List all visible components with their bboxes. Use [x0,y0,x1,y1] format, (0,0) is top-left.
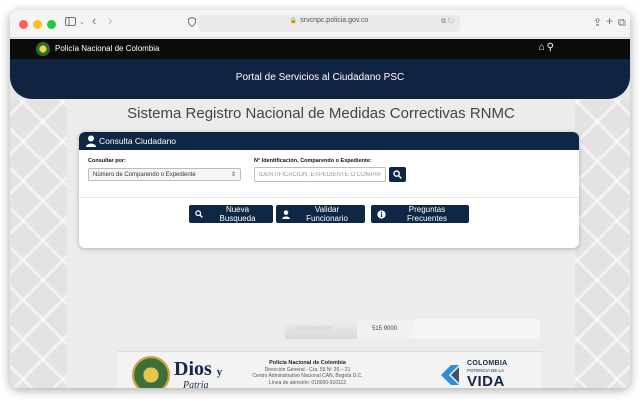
nueva-busqueda-label: Nueva Busqueda [219,205,256,223]
footer-address-1: Dirección General - Cra. 59 Nº 26 – 21 [264,366,351,373]
consulta-card: Consulta Ciudadano Consultar por: Número… [79,132,579,248]
browser-window: ⌄ ‹ › 🔒 srvcnpc.policia.gov.co ⧉ ↻ ⇪ + ⧉ … [10,10,630,388]
motto-patria: Patria [183,380,209,388]
motto-dios: Dios y [174,358,223,380]
search-icon [195,210,203,218]
zoom-window-button[interactable] [47,20,56,29]
updown-arrow-icon: ⇕ [230,172,236,178]
site-navbar: Policía Nacional de Colombia ⌂⚲ [10,39,630,59]
browser-toolbar: ⌄ ‹ › 🔒 srvcnpc.policia.gov.co ⧉ ↻ ⇪ + ⧉ [10,10,630,38]
footer-org: Policía Nacional de Colombia [269,360,346,366]
consultar-value: Número de Comparendo o Expediente [93,172,196,178]
minimize-window-button[interactable] [33,20,42,29]
colombia-potencia-logo-icon[interactable] [439,363,461,387]
validar-funcionario-label: Validar Funcionario [306,205,348,223]
url-text: srvcnpc.policia.gov.co [300,17,369,24]
consultar-label: Consultar por: [88,158,126,164]
lock-icon: 🔒 [289,18,298,24]
search-button[interactable] [389,167,406,182]
search-icon [393,170,402,179]
consultar-select[interactable]: Número de Comparendo o Expediente ⇕ [88,168,241,181]
footer-tab-empty [413,319,540,339]
close-window-button[interactable] [19,20,28,29]
card-title: Consulta Ciudadano [99,136,177,146]
forward-icon[interactable]: › [108,13,112,29]
share-icon[interactable]: ⇪ [593,15,602,31]
footer-info: Policía Nacional de Colombia Dirección G… [235,360,380,386]
page-title: Sistema Registro Nacional de Medidas Cor… [127,105,515,122]
tabs-icon[interactable]: ⧉ [618,15,626,31]
card-divider [79,197,579,198]
info-icon [377,209,386,219]
phone-number: 515 9000 [372,326,398,332]
preguntas-frecuentes-label: Preguntas Frecuentes [406,205,448,223]
search-icon[interactable]: ⚲ [547,42,556,53]
home-icon[interactable]: ⌂ [539,42,547,53]
nav-title[interactable]: Policía Nacional de Colombia [55,44,160,53]
translate-icon[interactable]: ⧉ ↻ [441,18,454,26]
sidebar-icon[interactable] [65,15,76,31]
id-input[interactable] [254,167,386,182]
shield-icon[interactable] [188,16,196,32]
nueva-busqueda-button[interactable]: Nueva Busqueda [189,205,273,223]
colombia-potencia-text[interactable]: COLOMBIA POTENCIA DE LA VIDA [467,360,508,388]
user-icon [86,135,96,147]
id-label: N° Identificación, Comparendo o Expedien… [254,158,372,164]
police-seal-icon [132,356,170,388]
validar-funcionario-button[interactable]: Validar Funcionario [276,205,365,223]
footer-tabs: Información 515 9000 [233,319,540,353]
card-header: Consulta Ciudadano [79,132,579,150]
preguntas-frecuentes-button[interactable]: Preguntas Frecuentes [371,205,469,223]
plus-icon[interactable]: + [606,13,613,29]
back-icon[interactable]: ‹ [92,13,96,29]
portal-title: Portal de Servicios al Ciudadano PSC [235,72,405,83]
page-footer: Dios y Patria Policía Nacional de Colomb… [117,351,542,388]
footer-tab-phone[interactable]: 515 9000 [357,319,413,339]
user-icon [282,209,290,219]
footer-tab-info[interactable]: Información [285,319,357,339]
portal-banner: Portal de Servicios al Ciudadano PSC [10,59,630,99]
footer-address-2: Centro Administrativo Nacional CAN, Bogo… [252,373,363,380]
police-logo[interactable] [36,42,50,56]
address-bar[interactable]: 🔒 srvcnpc.policia.gov.co ⧉ ↻ [198,15,460,32]
chevron-down-icon[interactable]: ⌄ [79,15,85,31]
footer-line: Línea de atención: 018000-910112 [268,379,347,386]
